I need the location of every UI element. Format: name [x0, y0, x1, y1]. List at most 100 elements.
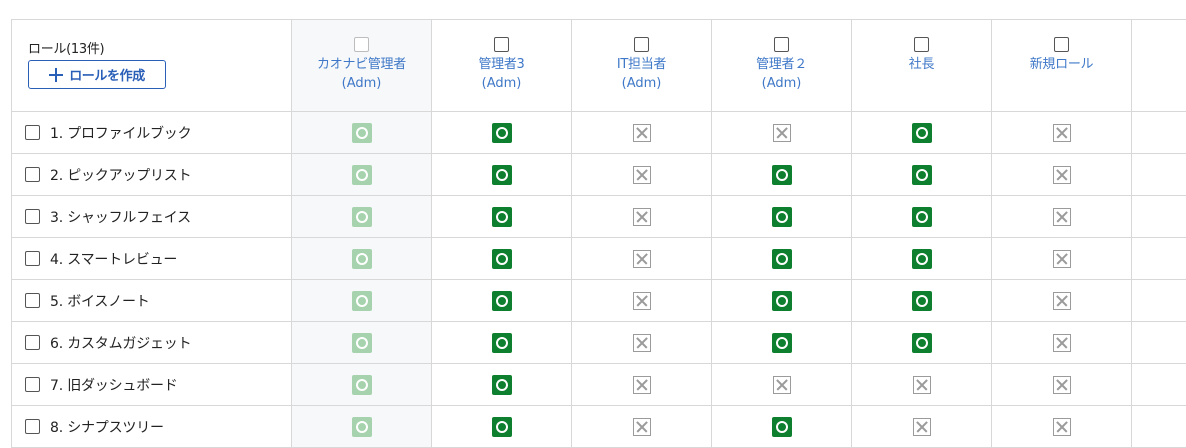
overflow-cell [1132, 406, 1186, 448]
row-select-checkbox[interactable] [25, 251, 40, 266]
permission-cell[interactable] [292, 406, 432, 448]
permission-cell[interactable] [432, 406, 572, 448]
permission-cell[interactable] [712, 364, 852, 406]
function-name: 4. スマートレビュー [50, 251, 178, 268]
circle-check-icon [351, 248, 372, 269]
permission-cell[interactable] [292, 364, 432, 406]
table-row-label: 2. ピックアップリスト [12, 154, 292, 196]
permission-cell[interactable] [572, 364, 712, 406]
permission-cell[interactable] [432, 112, 572, 154]
x-box-icon [912, 375, 931, 394]
overflow-cell [1132, 196, 1186, 238]
function-name: 5. ボイスノート [50, 293, 150, 310]
circle-check-icon [351, 332, 372, 353]
permission-cell[interactable] [712, 322, 852, 364]
role-name-link[interactable]: IT担当者 [617, 55, 667, 74]
permission-cell[interactable] [712, 280, 852, 322]
permission-cell[interactable] [432, 364, 572, 406]
permission-cell[interactable] [992, 196, 1132, 238]
permission-cell[interactable] [712, 112, 852, 154]
permission-cell[interactable] [432, 196, 572, 238]
x-box-icon [1052, 165, 1071, 184]
overflow-cell [1132, 112, 1186, 154]
permission-cell[interactable] [572, 280, 712, 322]
x-box-icon [1052, 249, 1071, 268]
role-name-link[interactable]: 新規ロール [1030, 55, 1094, 74]
circle-check-icon [351, 164, 372, 185]
permission-cell[interactable] [292, 112, 432, 154]
permission-cell[interactable] [852, 322, 992, 364]
role-name-link[interactable]: 管理者２ [756, 55, 807, 74]
role-name-link[interactable]: 社長 [909, 55, 935, 74]
role-select-checkbox[interactable] [774, 37, 789, 52]
permission-cell[interactable] [992, 154, 1132, 196]
permission-cell[interactable] [572, 322, 712, 364]
row-select-checkbox[interactable] [25, 335, 40, 350]
row-select-checkbox[interactable] [25, 419, 40, 434]
row-select-checkbox[interactable] [25, 209, 40, 224]
function-name: 6. カスタムガジェット [50, 335, 192, 352]
circle-check-icon [911, 248, 932, 269]
permission-cell[interactable] [292, 238, 432, 280]
permission-cell[interactable] [572, 154, 712, 196]
circle-check-icon [351, 290, 372, 311]
permission-cell[interactable] [712, 196, 852, 238]
permission-cell[interactable] [852, 112, 992, 154]
x-box-icon [1052, 375, 1071, 394]
x-box-icon [1052, 417, 1071, 436]
x-box-icon [632, 333, 651, 352]
permission-cell[interactable] [712, 154, 852, 196]
permission-cell[interactable] [292, 322, 432, 364]
permission-cell[interactable] [292, 280, 432, 322]
role-select-checkbox[interactable] [494, 37, 509, 52]
function-name: 3. シャッフルフェイス [50, 209, 191, 226]
permission-cell[interactable] [852, 238, 992, 280]
row-select-checkbox[interactable] [25, 125, 40, 140]
permission-cell[interactable] [432, 322, 572, 364]
role-column-header: 社長 [852, 20, 992, 112]
create-role-button[interactable]: ロールを作成 [28, 60, 166, 89]
permission-cell[interactable] [852, 280, 992, 322]
overflow-cell [1132, 154, 1186, 196]
function-name: 2. ピックアップリスト [50, 167, 192, 184]
permission-cell[interactable] [992, 112, 1132, 154]
circle-check-icon [351, 416, 372, 437]
row-select-checkbox[interactable] [25, 293, 40, 308]
role-name-link[interactable]: カオナビ管理者 [317, 55, 406, 74]
permission-cell[interactable] [852, 196, 992, 238]
permission-cell[interactable] [992, 364, 1132, 406]
permission-cell[interactable] [292, 154, 432, 196]
plus-icon [49, 67, 64, 82]
permission-cell[interactable] [572, 112, 712, 154]
row-select-checkbox[interactable] [25, 377, 40, 392]
overflow-cell [1132, 280, 1186, 322]
x-box-icon [1052, 123, 1071, 142]
permission-cell[interactable] [432, 154, 572, 196]
circle-check-icon [911, 164, 932, 185]
role-select-checkbox[interactable] [914, 37, 929, 52]
permission-cell[interactable] [852, 364, 992, 406]
permission-cell[interactable] [432, 280, 572, 322]
permission-cell[interactable] [992, 406, 1132, 448]
x-box-icon [632, 291, 651, 310]
permission-cell[interactable] [432, 238, 572, 280]
row-select-checkbox[interactable] [25, 167, 40, 182]
table-row-label: 6. カスタムガジェット [12, 322, 292, 364]
permission-cell[interactable] [572, 238, 712, 280]
role-permission-table: ロール(13件) ロールを作成 カオナビ管理者 (Adm) 管理者3 (Adm) IT担… [11, 19, 1186, 448]
permission-cell[interactable] [992, 280, 1132, 322]
permission-cell[interactable] [992, 322, 1132, 364]
permission-cell[interactable] [712, 238, 852, 280]
permission-cell[interactable] [292, 196, 432, 238]
permission-cell[interactable] [852, 154, 992, 196]
role-select-checkbox[interactable] [634, 37, 649, 52]
permission-cell[interactable] [572, 406, 712, 448]
create-role-label: ロールを作成 [69, 69, 145, 84]
overflow-cell [1132, 322, 1186, 364]
role-name-link[interactable]: 管理者3 [478, 55, 524, 74]
permission-cell[interactable] [992, 238, 1132, 280]
permission-cell[interactable] [852, 406, 992, 448]
role-select-checkbox[interactable] [1054, 37, 1069, 52]
permission-cell[interactable] [712, 406, 852, 448]
permission-cell[interactable] [572, 196, 712, 238]
